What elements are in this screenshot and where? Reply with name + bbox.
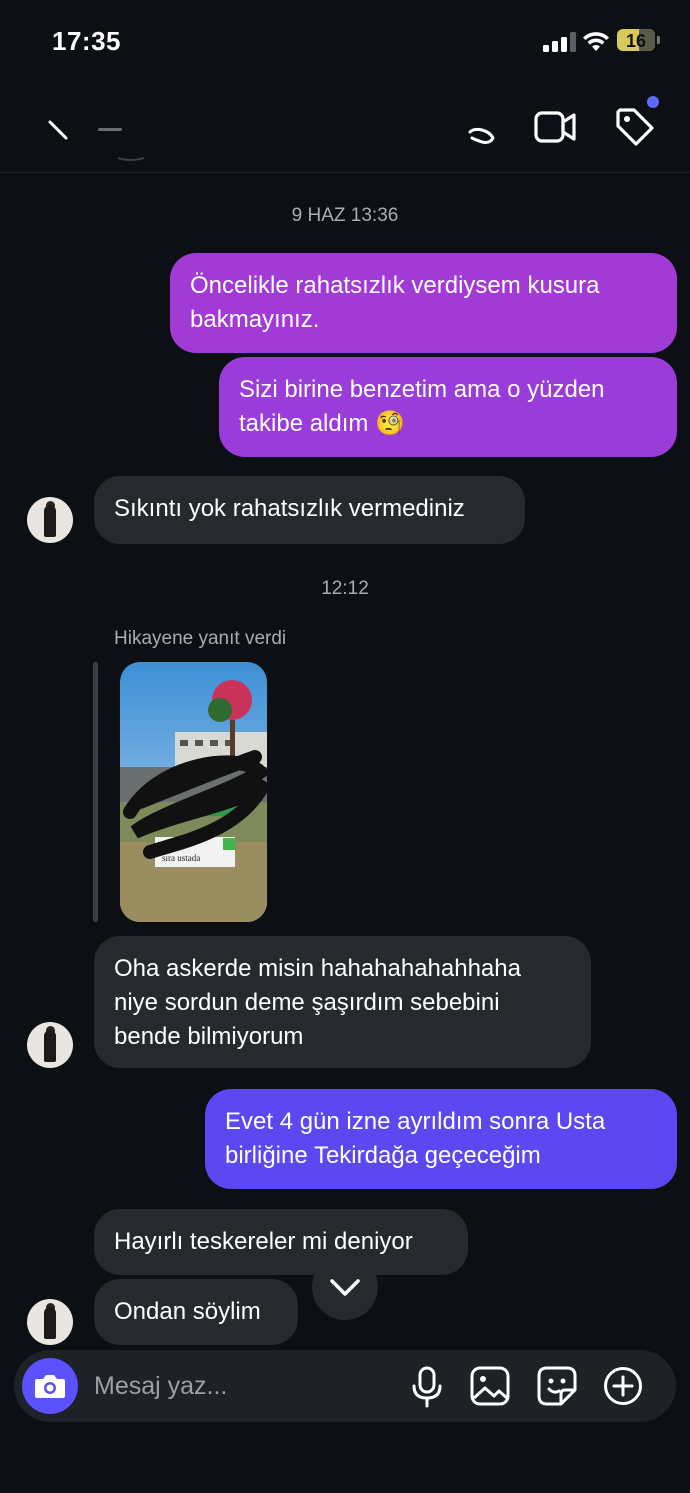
add-icon[interactable] xyxy=(603,1366,643,1406)
chevron-down-icon xyxy=(330,1279,360,1296)
video-icon[interactable] xyxy=(534,108,576,146)
contact-avatar-blurred[interactable] xyxy=(96,122,148,162)
outgoing-message[interactable]: Evet 4 gün izne ayrıldım sonra Usta birl… xyxy=(205,1089,677,1189)
camera-button[interactable] xyxy=(22,1358,78,1414)
status-time: 17:35 xyxy=(52,26,121,56)
scroll-to-bottom-button[interactable] xyxy=(312,1254,378,1320)
timestamp: 9 HAZ 13:36 xyxy=(291,205,399,226)
contact-avatar[interactable] xyxy=(27,1299,73,1345)
battery-level: 16 xyxy=(625,31,647,51)
outgoing-message[interactable]: Öncelikle rahatsızlık verdiysem kusura b… xyxy=(170,253,677,353)
back-arrow-icon[interactable] xyxy=(46,118,70,142)
message-input[interactable]: Mesaj yaz... xyxy=(94,1372,227,1401)
story-reply-label: Hikayene yanıt verdi xyxy=(114,628,287,649)
sticker-icon[interactable] xyxy=(537,1366,577,1406)
story-thumbnail[interactable]: sıra ustada xyxy=(120,662,267,922)
reply-indicator-bar xyxy=(93,662,98,922)
wifi-icon xyxy=(583,32,609,51)
header-divider xyxy=(0,172,690,173)
incoming-message[interactable]: Oha askerde misin hahahahahahhaha niye s… xyxy=(94,936,591,1068)
story-image: sıra ustada xyxy=(120,662,267,922)
cellular-signal-icon xyxy=(543,32,576,52)
outgoing-message[interactable]: Sizi birine benzetim ama o yüzden takibe… xyxy=(219,357,677,457)
incoming-message[interactable]: Ondan söylim xyxy=(94,1279,298,1345)
gallery-icon[interactable] xyxy=(470,1366,510,1406)
tag-icon[interactable] xyxy=(614,106,656,148)
contact-avatar[interactable] xyxy=(27,497,73,543)
timestamp: 12:12 xyxy=(321,578,369,599)
notification-dot xyxy=(647,96,659,108)
contact-avatar[interactable] xyxy=(27,1022,73,1068)
camera-icon xyxy=(35,1375,65,1398)
microphone-icon[interactable] xyxy=(410,1366,444,1408)
incoming-message[interactable]: Sıkıntı yok rahatsızlık vermediniz xyxy=(94,476,525,544)
incoming-message[interactable]: Hayırlı teskereler mi deniyor xyxy=(94,1209,468,1275)
battery-indicator: 16 xyxy=(617,29,661,53)
story-caption: sıra ustada xyxy=(162,853,200,863)
voice-call-icon[interactable] xyxy=(466,124,496,148)
